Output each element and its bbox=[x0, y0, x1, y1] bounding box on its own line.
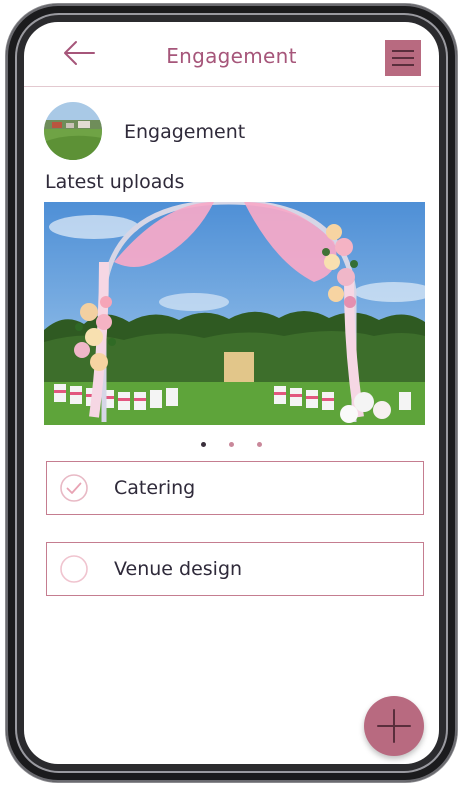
carousel-dot[interactable] bbox=[200, 442, 206, 447]
checklist-item-venue-design[interactable]: Venue design bbox=[46, 542, 424, 596]
checklist-item-label: Catering bbox=[114, 477, 196, 499]
avatar[interactable] bbox=[44, 102, 102, 160]
check-circle-icon bbox=[60, 474, 88, 502]
checklist-item-label: Venue design bbox=[114, 558, 243, 580]
uploads-carousel[interactable] bbox=[44, 202, 425, 425]
latest-uploads-heading: Latest uploads bbox=[45, 171, 185, 193]
menu-button[interactable] bbox=[385, 40, 421, 76]
app-screen: Engagement Engagement Latest uploads Cat… bbox=[24, 22, 439, 764]
landscape-avatar bbox=[44, 102, 102, 160]
checklist-item-catering[interactable]: Catering bbox=[46, 461, 424, 515]
wedding-arch-photo bbox=[44, 202, 425, 425]
add-button[interactable] bbox=[364, 696, 424, 756]
hamburger-menu-icon bbox=[392, 50, 414, 52]
carousel-dot[interactable] bbox=[257, 442, 263, 447]
profile-name: Engagement bbox=[124, 121, 246, 143]
empty-circle-icon bbox=[60, 555, 88, 583]
carousel-dots bbox=[24, 434, 439, 453]
carousel-dot[interactable] bbox=[229, 442, 234, 447]
plus-icon bbox=[377, 709, 411, 743]
top-app-bar: Engagement bbox=[24, 22, 439, 87]
page-title: Engagement bbox=[166, 44, 297, 68]
